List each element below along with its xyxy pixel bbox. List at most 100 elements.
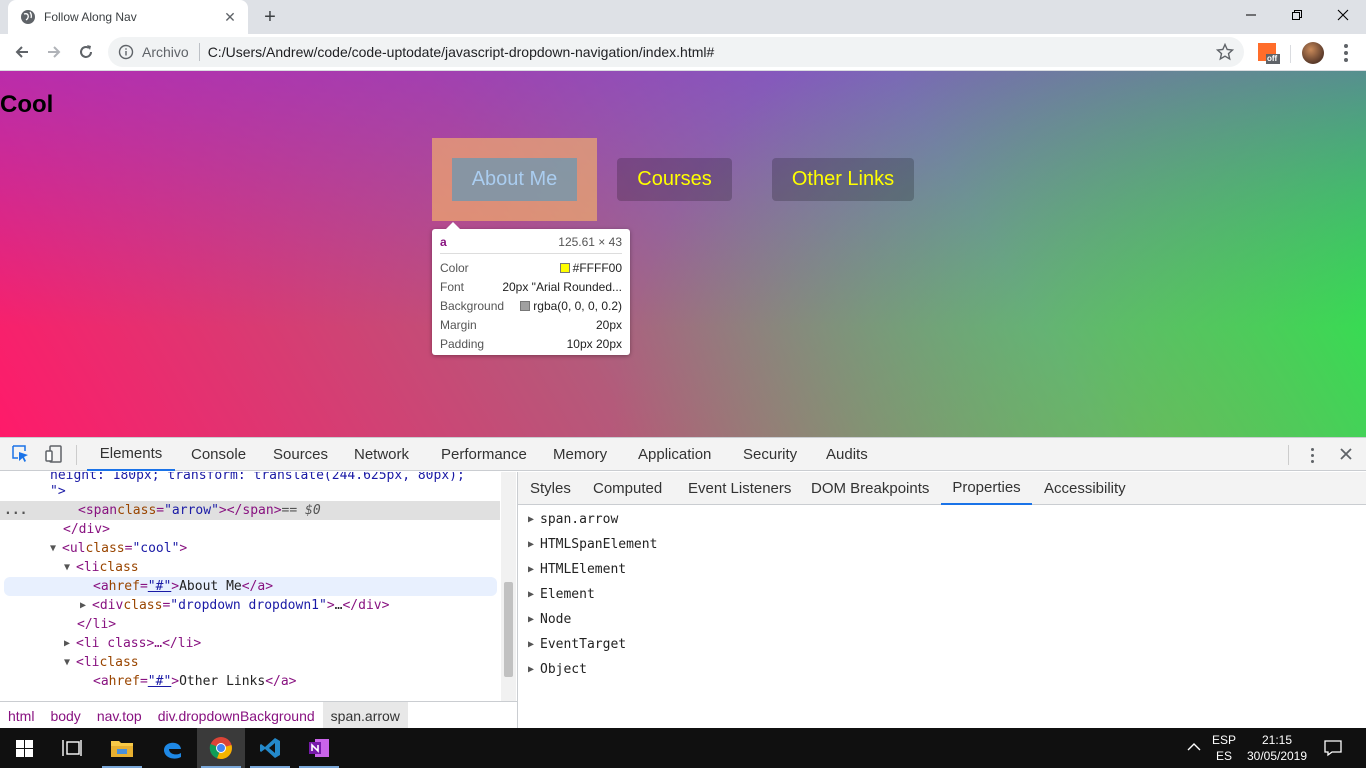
browser-tab[interactable]: Follow Along Nav ✕ xyxy=(8,0,248,34)
color-swatch xyxy=(520,300,531,311)
breadcrumb-body[interactable]: body xyxy=(42,702,88,730)
chevron-up-icon[interactable] xyxy=(1187,742,1201,752)
nav-link-other-links[interactable]: Other Links xyxy=(772,158,914,201)
pane-divider[interactable] xyxy=(517,472,518,729)
expanded-triangle-icon[interactable]: ▼ xyxy=(50,543,62,554)
tab-application[interactable]: Application xyxy=(638,438,711,471)
property-item[interactable]: ▶ HTMLSpanElement xyxy=(528,534,657,554)
profile-avatar[interactable] xyxy=(1302,42,1324,64)
tree-attr-value[interactable]: "#" xyxy=(148,674,171,689)
property-item[interactable]: ▶ span.arrow xyxy=(528,509,618,529)
file-explorer-button[interactable] xyxy=(98,728,146,768)
tab-elements[interactable]: Elements xyxy=(87,438,175,471)
tree-line-hovered[interactable]: <a href = "#" > About Me </a> xyxy=(4,577,497,596)
property-label: HTMLSpanElement xyxy=(540,536,658,552)
property-item[interactable]: ▶ Object xyxy=(528,659,587,679)
collapsed-triangle-icon[interactable]: ▶ xyxy=(64,638,76,649)
breadcrumb-html[interactable]: html xyxy=(0,702,42,730)
extension-badge: off xyxy=(1267,54,1278,63)
tree-line[interactable]: ▼ <li class xyxy=(0,558,500,577)
ellipsis-icon[interactable]: ... xyxy=(4,503,78,518)
breadcrumb-div[interactable]: div.dropdownBackground xyxy=(150,702,323,730)
vscode-button[interactable] xyxy=(246,728,294,768)
info-icon[interactable] xyxy=(118,44,134,60)
collapsed-triangle-icon[interactable]: ▶ xyxy=(528,564,540,575)
tab-styles[interactable]: Styles xyxy=(530,472,571,505)
close-window-button[interactable] xyxy=(1320,0,1366,30)
expanded-triangle-icon[interactable]: ▼ xyxy=(64,657,76,668)
scrollbar-thumb[interactable] xyxy=(504,582,513,677)
tab-properties[interactable]: Properties xyxy=(941,472,1032,505)
edge-button[interactable] xyxy=(148,728,196,768)
tree-line-selected[interactable]: ... <span class = "arrow" ></span> == $0 xyxy=(0,501,500,520)
tree-line[interactable]: </div> xyxy=(0,520,500,539)
chrome-button[interactable] xyxy=(197,728,245,768)
task-view-button[interactable] xyxy=(48,728,96,768)
tree-line[interactable]: "> xyxy=(0,482,500,501)
chrome-icon xyxy=(209,737,232,760)
collapsed-triangle-icon[interactable]: ▶ xyxy=(528,589,540,600)
close-tab-icon[interactable]: ✕ xyxy=(218,5,242,29)
collapsed-triangle-icon[interactable]: ▶ xyxy=(528,639,540,650)
tab-event-listeners[interactable]: Event Listeners xyxy=(688,472,791,505)
tab-dom-breakpoints[interactable]: DOM Breakpoints xyxy=(811,472,929,505)
tooltip-row-margin: Margin 20px xyxy=(440,315,622,334)
tree-attr-value: "dropdown dropdown1" xyxy=(170,598,327,613)
address-url[interactable]: C:/Users/Andrew/code/code-uptodate/javas… xyxy=(208,44,715,60)
new-tab-button[interactable]: + xyxy=(258,5,282,29)
restore-button[interactable] xyxy=(1274,0,1320,30)
breadcrumb-nav[interactable]: nav.top xyxy=(89,702,150,730)
tab-performance[interactable]: Performance xyxy=(441,438,527,471)
tab-sources[interactable]: Sources xyxy=(273,438,328,471)
tree-line[interactable]: ▶ <div class = "dropdown dropdown1" >… </div> xyxy=(0,596,500,615)
property-item[interactable]: ▶ Element xyxy=(528,584,595,604)
address-bar[interactable]: Archivo C:/Users/Andrew/code/code-uptoda… xyxy=(108,37,1244,67)
collapsed-triangle-icon[interactable]: ▶ xyxy=(80,600,92,611)
tooltip-value: 20px "Arial Rounded... xyxy=(502,279,622,294)
start-button[interactable] xyxy=(0,728,48,768)
property-item[interactable]: ▶ HTMLElement xyxy=(528,559,626,579)
notification-icon[interactable] xyxy=(1324,739,1342,757)
tab-network[interactable]: Network xyxy=(354,438,409,471)
tree-attr-value[interactable]: "#" xyxy=(148,579,171,594)
collapsed-triangle-icon[interactable]: ▶ xyxy=(528,539,540,550)
breadcrumb-span[interactable]: span.arrow xyxy=(322,701,408,730)
forward-button[interactable] xyxy=(40,38,68,66)
tab-computed[interactable]: Computed xyxy=(593,472,662,505)
close-devtools-icon[interactable] xyxy=(1339,447,1353,461)
property-item[interactable]: ▶ Node xyxy=(528,609,571,629)
tab-memory[interactable]: Memory xyxy=(553,438,607,471)
device-toolbar-icon[interactable] xyxy=(44,444,64,464)
property-item[interactable]: ▶ EventTarget xyxy=(528,634,626,654)
back-button[interactable] xyxy=(8,38,36,66)
input-language[interactable]: ESP ES xyxy=(1208,732,1240,764)
tooltip-value: #FFFF00 xyxy=(572,260,622,275)
tab-security[interactable]: Security xyxy=(743,438,797,471)
property-label: Object xyxy=(540,661,587,677)
minimize-button[interactable] xyxy=(1228,0,1274,30)
tree-line[interactable]: ▶ <li class>…</li> xyxy=(0,634,500,653)
clock[interactable]: 21:15 30/05/2019 xyxy=(1244,732,1310,764)
nav-link-about-me[interactable]: About Me xyxy=(452,158,577,201)
tab-audits[interactable]: Audits xyxy=(826,438,868,471)
tree-line[interactable]: <a href = "#" > Other Links </a> xyxy=(0,672,500,691)
nav-link-courses[interactable]: Courses xyxy=(617,158,732,201)
expanded-triangle-icon[interactable]: ▼ xyxy=(64,562,76,573)
extension-button[interactable]: off xyxy=(1258,43,1280,65)
bookmark-star-icon[interactable] xyxy=(1216,43,1234,61)
tab-console[interactable]: Console xyxy=(191,438,246,471)
collapsed-triangle-icon[interactable]: ▶ xyxy=(528,664,540,675)
reload-button[interactable] xyxy=(72,38,100,66)
tree-line[interactable]: </li> xyxy=(0,615,500,634)
chrome-menu-button[interactable] xyxy=(1336,43,1356,63)
tree-line[interactable]: ▼ <li class xyxy=(0,653,500,672)
collapsed-triangle-icon[interactable]: ▶ xyxy=(528,514,540,525)
devtools-menu-button[interactable] xyxy=(1306,446,1318,464)
tab-accessibility[interactable]: Accessibility xyxy=(1044,472,1126,505)
inspect-element-icon[interactable] xyxy=(11,444,31,464)
tree-attr: class xyxy=(99,655,139,670)
tree-line[interactable]: ▼ <ul class = "cool" > xyxy=(0,539,500,558)
onenote-button[interactable] xyxy=(295,728,343,768)
collapsed-triangle-icon[interactable]: ▶ xyxy=(528,614,540,625)
elements-scrollbar[interactable] xyxy=(501,472,516,701)
